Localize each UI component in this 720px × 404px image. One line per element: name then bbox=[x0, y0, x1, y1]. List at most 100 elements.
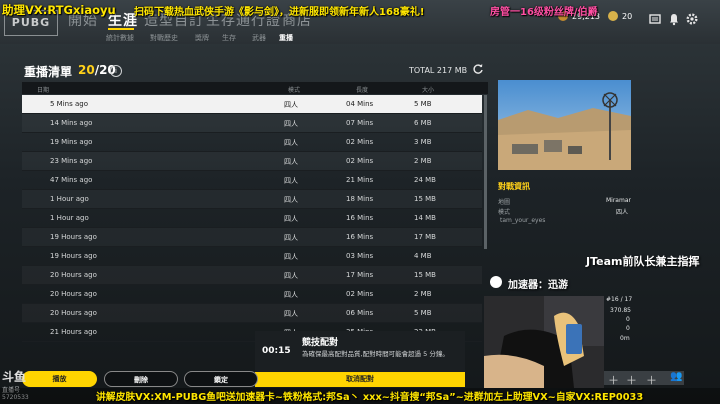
match-info-title: 對戰資訊 bbox=[498, 182, 530, 191]
replay-length: 02 Mins bbox=[346, 290, 374, 298]
active-tab-indicator bbox=[108, 28, 134, 30]
replay-row[interactable]: 19 Mins ago 四人 02 Mins 3 MB bbox=[22, 133, 482, 152]
info-icon[interactable]: i bbox=[110, 65, 122, 77]
douyu-logo: 斗鱼 bbox=[2, 370, 27, 384]
subtab-match-history[interactable]: 對戰歷史 bbox=[150, 33, 178, 43]
replay-date: 19 Hours ago bbox=[50, 233, 97, 241]
replay-size: 15 MB bbox=[414, 195, 436, 203]
gear-icon[interactable] bbox=[685, 12, 699, 26]
mail-icon[interactable] bbox=[648, 12, 662, 26]
replay-date: 1 Hour ago bbox=[50, 195, 89, 203]
refresh-icon[interactable] bbox=[472, 63, 484, 75]
replay-length: 04 Mins bbox=[346, 100, 374, 108]
replay-length: 17 Mins bbox=[346, 271, 374, 279]
add-slot-icon-2[interactable]: ＋ bbox=[626, 372, 637, 388]
overlay-ad: 扫码下载热血武侠手游《影与剑》，进新服即领新年新人168豪礼! bbox=[134, 7, 425, 18]
replay-row[interactable]: 5 Mins ago 四人 04 Mins 5 MB bbox=[22, 95, 482, 114]
replay-mode: 四人 bbox=[284, 310, 298, 318]
stat-kills: 0 bbox=[626, 316, 630, 323]
replay-date: 23 Mins ago bbox=[50, 157, 93, 165]
replay-date: 14 Mins ago bbox=[50, 119, 93, 127]
replay-date: 20 Hours ago bbox=[50, 309, 97, 317]
add-slot-icon-3[interactable]: ＋ bbox=[646, 372, 657, 388]
stat-assists: 0 bbox=[626, 325, 630, 332]
replay-date: 47 Mins ago bbox=[50, 176, 93, 184]
map-label: 地圖 bbox=[498, 199, 511, 206]
replay-length: 18 Mins bbox=[346, 195, 374, 203]
replay-mode: 四人 bbox=[284, 139, 298, 147]
replay-list-title: 重播清單 bbox=[24, 65, 73, 79]
replay-length: 06 Mins bbox=[346, 309, 374, 317]
replay-mode: 四人 bbox=[284, 215, 298, 223]
column-length[interactable]: 長度 bbox=[356, 85, 368, 94]
replay-row[interactable]: 20 Hours ago 四人 17 Mins 15 MB bbox=[22, 266, 482, 285]
matchmaking-description: 為確保最高配對品質,配對時間可能會超過 5 分鐘。 bbox=[302, 350, 449, 358]
replay-size: 2 MB bbox=[414, 157, 432, 165]
replay-mode: 四人 bbox=[284, 234, 298, 242]
player-name: tam_your_eyes bbox=[500, 217, 546, 224]
lock-button[interactable]: 鎖定 bbox=[184, 371, 258, 387]
replay-size: 5 MB bbox=[414, 309, 432, 317]
replay-mode: 四人 bbox=[284, 196, 298, 204]
replay-date: 19 Hours ago bbox=[50, 252, 97, 260]
subtab-medals[interactable]: 獎牌 bbox=[195, 33, 209, 43]
replay-length: 21 Mins bbox=[346, 176, 374, 184]
replay-size: 17 MB bbox=[414, 233, 436, 241]
replay-length: 02 Mins bbox=[346, 157, 374, 165]
column-header: 日期 模式 長度 大小 bbox=[22, 82, 488, 94]
replay-length: 16 Mins bbox=[346, 214, 374, 222]
replay-row[interactable]: 1 Hour ago 四人 18 Mins 15 MB bbox=[22, 190, 482, 209]
subtab-weapons[interactable]: 武器 bbox=[252, 33, 266, 43]
replay-mode: 四人 bbox=[284, 177, 298, 185]
replay-row[interactable]: 20 Hours ago 四人 02 Mins 2 MB bbox=[22, 285, 482, 304]
column-date[interactable]: 日期 bbox=[37, 85, 49, 94]
add-slot-icon-1[interactable]: ＋ bbox=[608, 372, 619, 388]
bell-icon[interactable] bbox=[667, 12, 681, 26]
replay-size: 5 MB bbox=[414, 100, 432, 108]
column-size[interactable]: 大小 bbox=[422, 85, 434, 94]
replay-row[interactable]: 14 Mins ago 四人 07 Mins 6 MB bbox=[22, 114, 482, 133]
replay-row[interactable]: 1 Hour ago 四人 16 Mins 14 MB bbox=[22, 209, 482, 228]
stat-rank: #16 / 17 bbox=[606, 296, 633, 303]
map-value: Miramar bbox=[606, 197, 631, 204]
replay-row[interactable]: 19 Hours ago 四人 03 Mins 4 MB bbox=[22, 247, 482, 266]
replay-mode: 四人 bbox=[284, 253, 298, 261]
replay-date: 21 Hours ago bbox=[50, 328, 97, 336]
subtab-survival[interactable]: 生存 bbox=[222, 33, 236, 43]
replay-length: 02 Mins bbox=[346, 138, 374, 146]
replay-date: 1 Hour ago bbox=[50, 214, 89, 222]
accelerator-logo-icon bbox=[490, 276, 502, 288]
overlay-team-caption: JTeam前队长兼主指挥 bbox=[586, 255, 700, 268]
stat-damage: 370.85 bbox=[610, 307, 631, 314]
matchmaking-timer: 00:15 bbox=[262, 346, 291, 356]
replay-row[interactable]: 23 Mins ago 四人 02 Mins 2 MB bbox=[22, 152, 482, 171]
overlay-assistant: 助理VX:RTGxiaoyu bbox=[2, 3, 116, 17]
replay-mode: 四人 bbox=[284, 158, 298, 166]
column-mode[interactable]: 模式 bbox=[288, 85, 300, 94]
replay-size: 4 MB bbox=[414, 252, 432, 260]
replay-row[interactable]: 20 Hours ago 四人 06 Mins 5 MB bbox=[22, 304, 482, 323]
list-scrollbar[interactable] bbox=[484, 95, 487, 249]
replay-date: 20 Hours ago bbox=[50, 290, 97, 298]
mode-value: 四人 bbox=[616, 209, 629, 216]
matchmaking-title: 競技配對 bbox=[302, 338, 339, 348]
stat-distance: 0m bbox=[620, 335, 630, 342]
replay-date: 19 Mins ago bbox=[50, 138, 93, 146]
delete-button[interactable]: 刪除 bbox=[104, 371, 178, 387]
replay-size: 14 MB bbox=[414, 214, 436, 222]
replay-list: 5 Mins ago 四人 04 Mins 5 MB 14 Mins ago 四人 07 M… bbox=[22, 95, 482, 342]
replay-mode: 四人 bbox=[284, 101, 298, 109]
streamer-webcam bbox=[484, 296, 604, 388]
cancel-matchmaking-button[interactable]: 取消配對 bbox=[255, 372, 465, 387]
replay-length: 07 Mins bbox=[346, 119, 374, 127]
play-button[interactable]: 播放 bbox=[22, 371, 97, 387]
replay-row[interactable]: 47 Mins ago 四人 21 Mins 24 MB bbox=[22, 171, 482, 190]
friends-icon[interactable]: 👥 bbox=[670, 371, 682, 382]
g-coin-icon bbox=[608, 11, 618, 21]
replay-mode: 四人 bbox=[284, 291, 298, 299]
subtab-replays[interactable]: 重播 bbox=[279, 33, 293, 43]
replay-row[interactable]: 19 Hours ago 四人 16 Mins 17 MB bbox=[22, 228, 482, 247]
subtab-stats[interactable]: 統計數據 bbox=[106, 33, 134, 43]
replay-count-current: 20 bbox=[78, 63, 95, 77]
map-thumbnail bbox=[498, 80, 631, 170]
